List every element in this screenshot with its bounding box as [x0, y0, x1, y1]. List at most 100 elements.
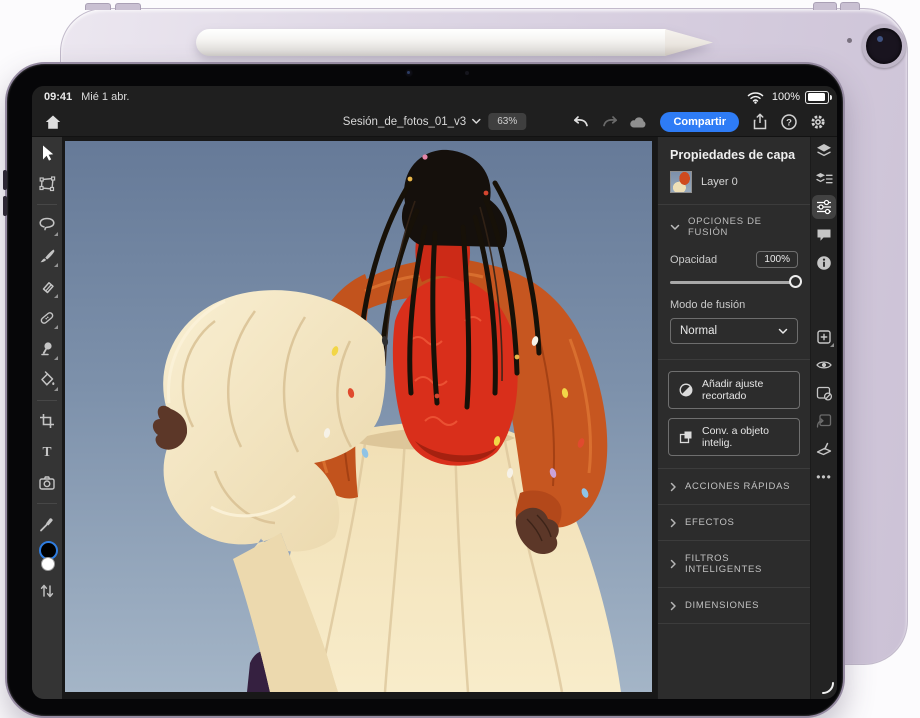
toolbar-divider: [37, 503, 57, 504]
lasso-tool[interactable]: [33, 211, 61, 239]
wifi-icon: [745, 86, 767, 108]
move-tool[interactable]: [33, 139, 61, 167]
opacity-slider[interactable]: [670, 281, 796, 284]
flyout-indicator: [54, 356, 58, 360]
layer-properties-icon[interactable]: [812, 167, 836, 191]
flyout-indicator: [54, 294, 58, 298]
camera-glint: [877, 36, 883, 42]
color-swatches[interactable]: [33, 541, 61, 575]
panel-section-acciones-r-pidas[interactable]: ACCIONES RÁPIDAS: [658, 468, 810, 504]
status-date: Mié 1 abr.: [81, 91, 129, 103]
panel-title: Propiedades de capa: [658, 137, 810, 169]
smart-object-icon: [678, 429, 694, 445]
volume-button: [3, 170, 7, 190]
fill-tool[interactable]: [33, 366, 61, 394]
eraser-tool[interactable]: [33, 273, 61, 301]
layers-icon[interactable]: [812, 139, 836, 163]
flyout-indicator: [54, 263, 58, 267]
flyout-indicator: [54, 325, 58, 329]
blend-mode-label: Modo de fusión: [670, 299, 745, 311]
more-options-icon[interactable]: •••: [812, 465, 836, 489]
redo-icon[interactable]: [599, 111, 621, 133]
header-actions: Compartir ?: [570, 111, 829, 133]
transform-tool[interactable]: [33, 170, 61, 198]
chevron-right-icon: [670, 601, 677, 611]
layer-properties-panel: Propiedades de capa Layer 0 OPCIONES DE …: [657, 137, 810, 699]
front-ipad-device: 09:41 Mié 1 abr. 100% Sesión_de_fotos_01…: [5, 62, 845, 718]
help-icon[interactable]: ?: [778, 111, 800, 133]
undo-icon[interactable]: [570, 111, 592, 133]
zoom-level-badge[interactable]: 63%: [488, 113, 526, 130]
layer-thumbnail[interactable]: [670, 171, 692, 193]
canvas-document[interactable]: [65, 141, 652, 692]
top-button: [813, 2, 837, 10]
blend-mode-select[interactable]: Normal: [670, 318, 798, 344]
apple-pencil-tip: [665, 29, 713, 56]
chevron-down-icon: [471, 118, 481, 125]
panel-section-dimensiones[interactable]: DIMENSIONES: [658, 587, 810, 624]
volume-button: [85, 3, 111, 10]
home-icon[interactable]: [40, 110, 66, 134]
blend-options-header[interactable]: OPCIONES DE FUSIÓN: [658, 205, 810, 249]
scroll-curl-indicator: [822, 682, 834, 694]
volume-button: [115, 3, 141, 10]
adjustments-icon[interactable]: [812, 195, 836, 219]
swap-colors-icon[interactable]: [33, 579, 61, 603]
canvas-area: [62, 137, 657, 699]
info-icon[interactable]: [812, 251, 836, 275]
app-header: Sesión_de_fotos_01_v3 63% Compartir ?: [32, 106, 837, 137]
apple-pencil-body: [196, 29, 666, 56]
toolbar-divider: [37, 204, 57, 205]
sensor-dot: [465, 71, 469, 75]
visibility-icon[interactable]: [812, 353, 836, 377]
export-icon[interactable]: [749, 111, 771, 133]
battery-icon: [805, 91, 829, 104]
microphone-dot: [847, 38, 852, 43]
chevron-down-icon: [670, 224, 680, 231]
add-mask-icon[interactable]: [812, 381, 836, 405]
healing-brush-tool[interactable]: [33, 304, 61, 332]
smart-object-button[interactable]: Conv. a objeto intelig.: [668, 418, 800, 456]
flyout-indicator: [830, 343, 834, 347]
share-button[interactable]: Compartir: [660, 112, 739, 132]
clone-stamp-tool[interactable]: [33, 335, 61, 363]
opacity-value[interactable]: 100%: [756, 251, 798, 268]
background-color-swatch[interactable]: [41, 557, 55, 571]
type-tool[interactable]: T: [33, 438, 61, 466]
front-camera-icon: [405, 69, 413, 77]
layer-row[interactable]: Layer 0: [658, 169, 810, 204]
add-layer-icon[interactable]: [812, 325, 836, 349]
toolbar-divider: [37, 400, 57, 401]
settings-gear-icon[interactable]: [807, 111, 829, 133]
panel-section-efectos[interactable]: EFECTOS: [658, 504, 810, 540]
document-title-group[interactable]: Sesión_de_fotos_01_v3 63%: [343, 113, 526, 130]
chevron-right-icon: [670, 559, 677, 569]
svg-text:?: ?: [786, 117, 792, 128]
opacity-label: Opacidad: [670, 254, 717, 266]
layer-name: Layer 0: [701, 176, 738, 188]
rear-camera-icon: [862, 24, 906, 68]
apple-pencil: [196, 29, 716, 56]
status-bar: 09:41 Mié 1 abr. 100%: [32, 86, 837, 106]
cloud-sync-icon[interactable]: [628, 111, 650, 133]
brush-tool[interactable]: [33, 242, 61, 270]
place-photo-tool[interactable]: [33, 469, 61, 497]
page: 09:41 Mié 1 abr. 100% Sesión_de_fotos_01…: [0, 0, 920, 718]
chevron-right-icon: [670, 482, 677, 492]
document-title[interactable]: Sesión_de_fotos_01_v3: [343, 116, 481, 128]
chevron-down-icon: [778, 328, 788, 335]
comments-icon[interactable]: [812, 223, 836, 247]
opacity-slider-handle[interactable]: [789, 275, 802, 288]
clipped-adjustment-button[interactable]: Añadir ajuste recortado: [668, 371, 800, 409]
tool-bar: T: [32, 137, 62, 699]
eyedropper-tool[interactable]: [33, 510, 61, 538]
clipped-adjustment-icon: [678, 382, 694, 398]
right-icon-rail: •••: [810, 137, 837, 699]
status-time: 09:41: [44, 91, 72, 103]
photoshop-app: 09:41 Mié 1 abr. 100% Sesión_de_fotos_01…: [32, 86, 837, 699]
clip-mask-icon[interactable]: [812, 409, 836, 433]
panel-section-filtros-inteligentes[interactable]: FILTROS INTELIGENTES: [658, 540, 810, 587]
volume-button: [3, 196, 7, 216]
flatten-icon[interactable]: [812, 437, 836, 461]
crop-tool[interactable]: [33, 407, 61, 435]
